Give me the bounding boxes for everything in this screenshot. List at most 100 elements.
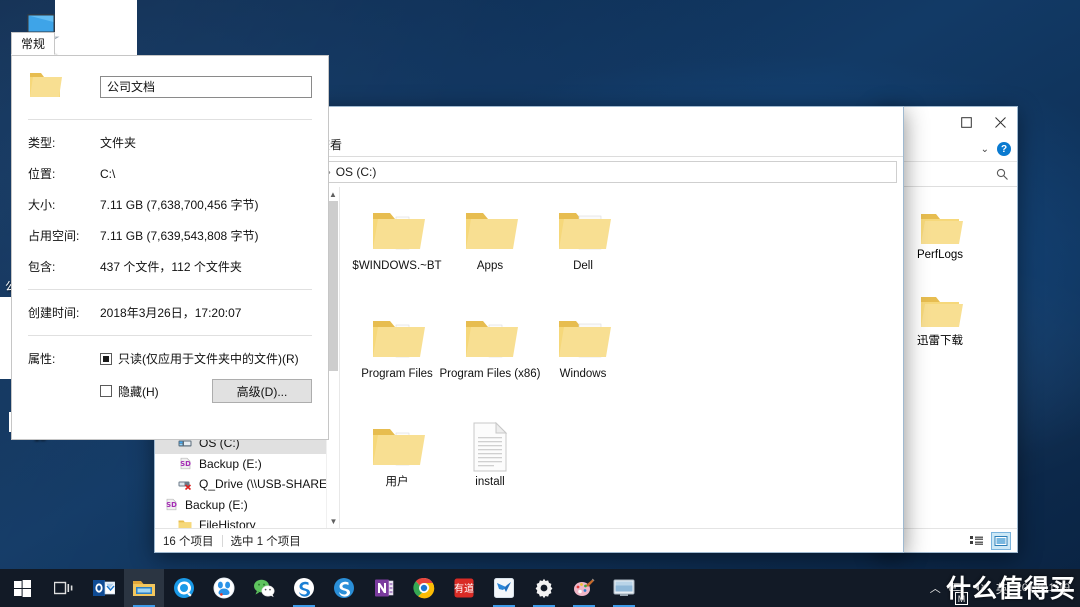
folder-icon <box>177 517 193 528</box>
file-item[interactable]: Dell <box>531 199 635 273</box>
text-file-icon <box>438 415 542 473</box>
qq-browser-button[interactable] <box>164 569 204 607</box>
svg-text:SD: SD <box>180 460 191 468</box>
location-value: C:\ <box>100 166 116 181</box>
sogou-browser-button[interactable] <box>324 569 364 607</box>
file-item[interactable]: PerfLogs <box>901 199 979 261</box>
paint-icon <box>574 578 595 596</box>
file-item[interactable]: Apps <box>438 199 542 273</box>
file-item[interactable]: install <box>438 415 542 489</box>
chevron-up-icon[interactable]: ︿ <box>930 580 941 596</box>
sd-card-icon: SD <box>177 456 193 472</box>
contains-label: 包含: <box>28 260 56 274</box>
hidden-label: 隐藏(H) <box>118 384 159 399</box>
help-icon[interactable]: ? <box>997 142 1011 156</box>
baidu-netdisk-button[interactable] <box>204 569 244 607</box>
divider <box>28 335 312 336</box>
foxmail-icon <box>494 578 514 598</box>
folder-empty-icon <box>438 199 542 257</box>
divider <box>28 289 312 290</box>
file-item[interactable]: $WINDOWS.~BT <box>345 199 449 273</box>
attributes-label: 属性: <box>28 352 56 366</box>
taskbar[interactable]: 有道 ︿ 英 2018/11/19 <box>0 569 1080 607</box>
task-view-button[interactable] <box>44 569 84 607</box>
size-value: 7.11 GB (7,638,700,456 字节) <box>100 198 259 212</box>
remote-desktop-icon <box>613 579 635 596</box>
created-value: 2018年3月26日，17:20:07 <box>100 306 242 320</box>
close-icon[interactable] <box>983 108 1017 136</box>
details-view-icon[interactable] <box>967 532 987 550</box>
created-label: 创建时间: <box>28 306 80 320</box>
divider <box>28 119 312 120</box>
sd-card-icon: SD <box>163 497 179 513</box>
taskbar-clock[interactable]: 2018/11/19 <box>1016 582 1074 594</box>
explorer-statusbar: 16 个项目 选中 1 个项目 <box>155 528 903 552</box>
wechat-button[interactable] <box>244 569 284 607</box>
volume-muted-icon[interactable] <box>972 580 988 596</box>
type-label: 类型: <box>28 136 56 150</box>
hidden-checkbox[interactable] <box>100 385 112 397</box>
file-item-label: 用户 <box>385 476 409 488</box>
file-list-view[interactable]: $WINDOWS.~BT Apps Dell Program Files Pro… <box>340 187 903 528</box>
settings-button[interactable] <box>524 569 564 607</box>
outlook-button[interactable] <box>84 569 124 607</box>
folder-system-icon <box>531 307 635 365</box>
settings-gear-icon <box>535 578 553 598</box>
advanced-button[interactable]: 高级(D)... <box>212 379 312 403</box>
file-item[interactable]: Program Files (x86) <box>438 307 542 381</box>
large-icons-view-icon[interactable] <box>991 531 1011 550</box>
item-count: 16 个项目 <box>163 535 214 548</box>
watermark-mark: M <box>955 592 968 605</box>
file-item-label: install <box>475 476 505 488</box>
file-item-label: $WINDOWS.~BT <box>352 260 442 272</box>
paint-button[interactable] <box>564 569 604 607</box>
task-view-icon <box>54 581 73 595</box>
sogou-button[interactable] <box>284 569 324 607</box>
svg-text:有道: 有道 <box>454 582 474 595</box>
type-value: 文件夹 <box>100 136 137 150</box>
sogou-icon <box>294 578 314 598</box>
remote-desktop-button[interactable] <box>604 569 644 607</box>
readonly-checkbox[interactable] <box>100 352 112 365</box>
file-item-label: Program Files <box>361 368 433 380</box>
hidden-checkbox-row[interactable]: 隐藏(H) <box>100 383 159 400</box>
maximize-icon[interactable] <box>949 108 983 136</box>
selection-count: 选中 1 个项目 <box>230 535 301 548</box>
file-item[interactable]: Program Files <box>345 307 449 381</box>
chrome-button[interactable] <box>404 569 444 607</box>
file-item[interactable]: 迅雷下载 <box>901 282 979 348</box>
readonly-checkbox-row[interactable]: 只读(仅应用于文件夹中的文件)(R) <box>100 350 312 367</box>
folder-with-files-icon <box>345 199 449 257</box>
file-explorer-icon <box>133 581 155 596</box>
file-item[interactable]: 用户 <box>345 415 449 489</box>
sidebar-item[interactable]: Q_Drive (\\USB-SHARE) (Z:) <box>155 474 339 495</box>
scrollbar-thumb[interactable] <box>329 201 338 371</box>
name-input[interactable]: 公司文档 <box>100 75 312 98</box>
sidebar-item[interactable]: SD Backup (E:) <box>155 454 339 475</box>
ime-indicator[interactable]: 英 <box>996 580 1008 597</box>
folder-system-icon <box>531 199 635 257</box>
breadcrumb-item-os-c[interactable]: OS (C:) <box>336 165 377 179</box>
file-explorer-button[interactable] <box>124 569 164 607</box>
wechat-icon <box>254 579 275 598</box>
svg-text:SD: SD <box>166 501 177 509</box>
tab-general[interactable]: 常规 <box>11 32 56 55</box>
youdao-icon: 有道 <box>454 578 474 598</box>
search-icon <box>996 168 1008 180</box>
onenote-button[interactable] <box>364 569 404 607</box>
foxmail-button[interactable] <box>484 569 524 607</box>
readonly-label: 只读(仅应用于文件夹中的文件)(R) <box>118 352 299 366</box>
youdao-button[interactable]: 有道 <box>444 569 484 607</box>
sidebar-item-label: Backup (E:) <box>199 456 262 471</box>
scroll-down-icon[interactable]: ▼ <box>327 514 339 528</box>
system-tray[interactable]: ︿ 英 2018/11/19 <box>930 580 1080 597</box>
size-label: 大小: <box>28 198 56 212</box>
file-item[interactable]: Windows <box>531 307 635 381</box>
breadcrumb[interactable]: › 此电脑 › OS (C:) <box>252 161 897 183</box>
properties-dialog[interactable]: 公司文档 属性 ✕ 常规 共享 安全 以前的版本 自定义 公司文档 类型:文件夹… <box>0 0 1066 593</box>
chevron-down-icon[interactable]: ⌄ <box>981 144 989 155</box>
sidebar-item[interactable]: SD Backup (E:) <box>155 495 339 516</box>
start-button[interactable] <box>0 569 44 607</box>
folder-empty-icon <box>901 282 979 332</box>
sidebar-item[interactable]: FileHistory <box>155 515 339 528</box>
